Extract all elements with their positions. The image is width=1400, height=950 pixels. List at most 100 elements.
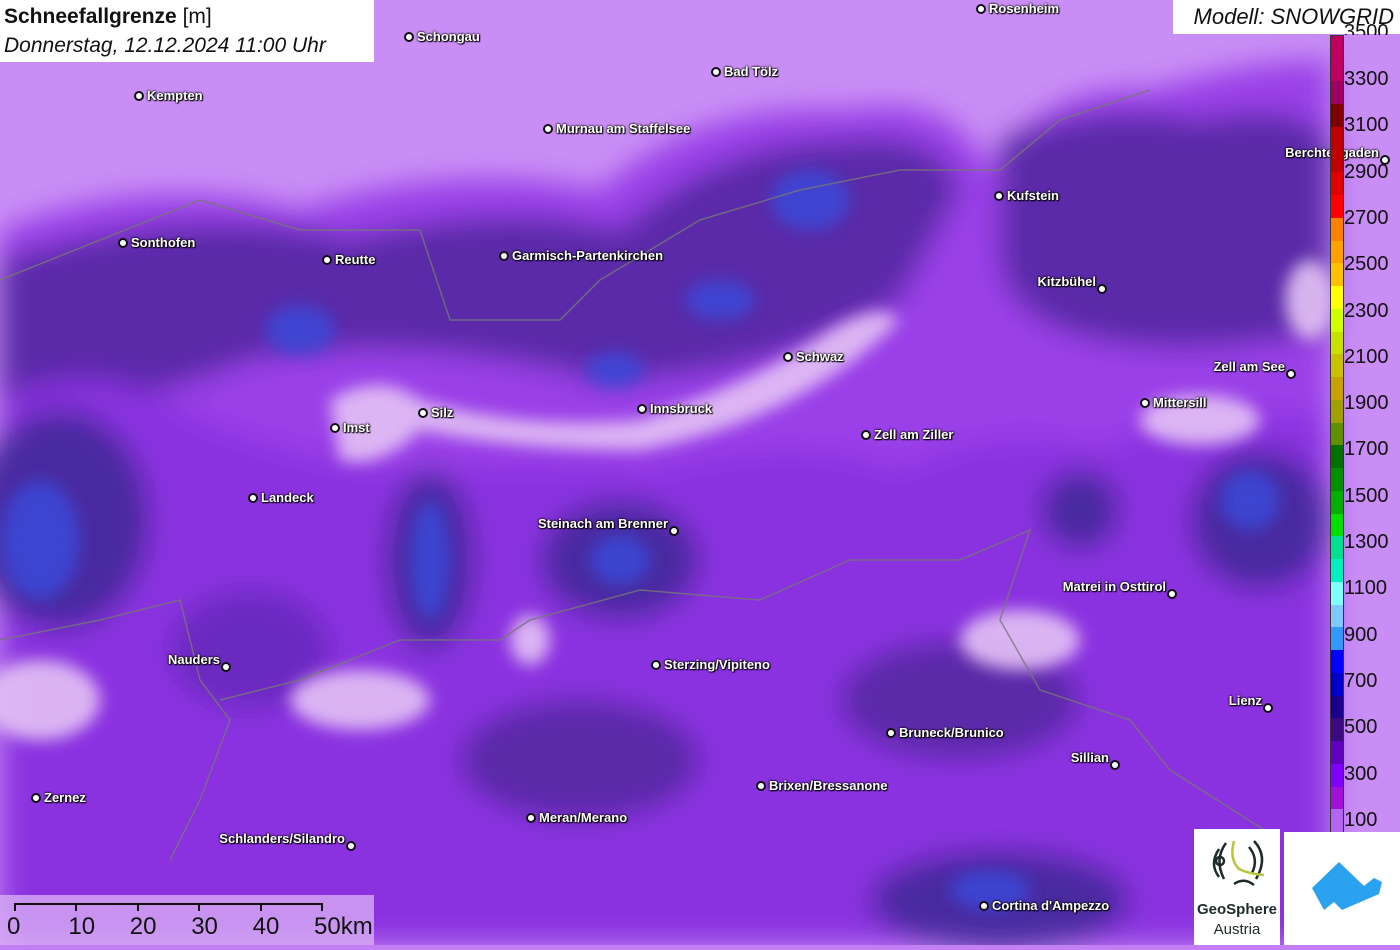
city-label: Murnau am Staffelsee <box>556 121 691 136</box>
legend-label: 3500 <box>1344 22 1389 35</box>
legend-label: 1900 <box>1344 392 1389 415</box>
city-marker[interactable] <box>886 728 896 738</box>
city-marker[interactable] <box>861 430 871 440</box>
city-label: Matrei in Osttirol <box>1062 579 1166 594</box>
city-marker[interactable] <box>1286 369 1296 379</box>
legend-swatch <box>1331 377 1343 400</box>
legend-swatch <box>1331 809 1343 832</box>
city-marker[interactable] <box>1110 760 1120 770</box>
city-marker[interactable] <box>994 191 1004 201</box>
map-title-box: Schneefallgrenze [m] Donnerstag, 12.12.2… <box>0 0 374 62</box>
legend-swatch <box>1331 263 1343 286</box>
city-marker[interactable] <box>118 238 128 248</box>
legend-label: 3300 <box>1344 68 1389 90</box>
snowfall-map[interactable] <box>0 0 1400 945</box>
legend-swatch <box>1331 741 1343 764</box>
scale-tick <box>75 903 78 911</box>
legend-label: 100 <box>1344 808 1378 831</box>
city-marker[interactable] <box>418 408 428 418</box>
geosphere-country: Austria <box>1213 921 1261 938</box>
legend-swatch <box>1331 763 1343 787</box>
legend-label: 500 <box>1344 716 1378 739</box>
legend-swatch <box>1331 81 1343 104</box>
city-marker[interactable] <box>756 781 766 791</box>
legend-swatch <box>1331 422 1343 446</box>
city-marker[interactable] <box>651 660 661 670</box>
legend-swatch <box>1331 35 1343 59</box>
city-label: Nauders <box>167 652 220 667</box>
legend-swatch <box>1331 58 1343 82</box>
geosphere-name: GeoSphere <box>1196 901 1278 918</box>
city-marker[interactable] <box>669 526 679 536</box>
scale-label: 10 <box>68 913 96 940</box>
city-label: Mittersill <box>1153 395 1207 410</box>
city-label: Landeck <box>261 490 314 505</box>
city-label: Bruneck/Brunico <box>899 725 1004 740</box>
legend-swatch <box>1331 445 1343 468</box>
legend-label: 300 <box>1344 762 1378 785</box>
legend-swatch <box>1331 559 1343 582</box>
legend-label: 1100 <box>1344 577 1388 600</box>
city-marker[interactable] <box>543 124 553 134</box>
city-label: Cortina d'Ampezzo <box>992 898 1110 913</box>
city-marker[interactable] <box>783 352 793 362</box>
city-label: Brixen/Bressanone <box>769 778 888 793</box>
city-label: Bad Tölz <box>724 64 779 79</box>
city-marker[interactable] <box>976 4 986 14</box>
legend-swatch <box>1331 286 1343 309</box>
legend-swatch <box>1331 650 1343 673</box>
snowgrid-logo[interactable] <box>1284 832 1400 945</box>
map-unit: [m] <box>182 5 212 28</box>
city-label: Kempten <box>147 88 203 103</box>
city-marker[interactable] <box>330 423 340 433</box>
city-marker[interactable] <box>221 662 231 672</box>
scale-label: 30 <box>191 913 218 940</box>
city-label: Schlanders/Silandro <box>219 831 345 846</box>
legend-swatch <box>1331 604 1343 628</box>
legend-label: 2300 <box>1344 299 1389 322</box>
city-label: Zernez <box>44 790 86 805</box>
city-marker[interactable] <box>1263 703 1273 713</box>
city-label: Sterzing/Vipiteno <box>664 657 770 672</box>
legend-label: 1300 <box>1344 531 1389 553</box>
scale-tick <box>136 903 139 911</box>
city-marker[interactable] <box>499 251 509 261</box>
legend-label: 2700 <box>1344 206 1389 229</box>
legend-label: 900 <box>1344 623 1378 646</box>
legend-label: 2100 <box>1344 345 1389 368</box>
city-label: Silz <box>431 405 454 420</box>
legend-swatch <box>1331 672 1343 696</box>
city-label: Schongau <box>417 29 480 44</box>
legend-swatch <box>1331 126 1343 150</box>
city-marker[interactable] <box>526 813 536 823</box>
mountain-snow-icon <box>1312 862 1382 910</box>
geosphere-logo[interactable]: GeoSphere Austria <box>1194 829 1280 945</box>
city-marker[interactable] <box>248 493 258 503</box>
city-label: Reutte <box>335 252 376 267</box>
city-marker[interactable] <box>637 404 647 414</box>
legend-swatch <box>1331 354 1343 377</box>
legend-swatch <box>1331 399 1343 423</box>
city-marker[interactable] <box>404 32 414 42</box>
legend-swatch <box>1331 149 1343 173</box>
city-marker[interactable] <box>1167 589 1177 599</box>
scale-label: 50km <box>314 913 373 940</box>
scale-tick <box>198 903 201 911</box>
city-marker[interactable] <box>31 793 41 803</box>
map-title: Schneefallgrenze <box>4 5 177 28</box>
city-marker[interactable] <box>322 255 332 265</box>
legend-swatch <box>1331 195 1343 218</box>
legend-swatch <box>1331 581 1343 605</box>
city-marker[interactable] <box>1140 398 1150 408</box>
legend-swatch <box>1331 490 1343 514</box>
city-marker[interactable] <box>134 91 144 101</box>
city-marker[interactable] <box>711 67 721 77</box>
scale-label: 0 <box>7 913 21 940</box>
city-marker[interactable] <box>979 901 989 911</box>
city-marker[interactable] <box>346 841 356 851</box>
city-marker[interactable] <box>1097 284 1107 294</box>
legend-swatch <box>1331 217 1343 241</box>
legend-label: 700 <box>1344 669 1378 692</box>
scale-bar: 0 10 20 30 40 50km <box>0 895 374 945</box>
city-label: Imst <box>343 420 370 435</box>
